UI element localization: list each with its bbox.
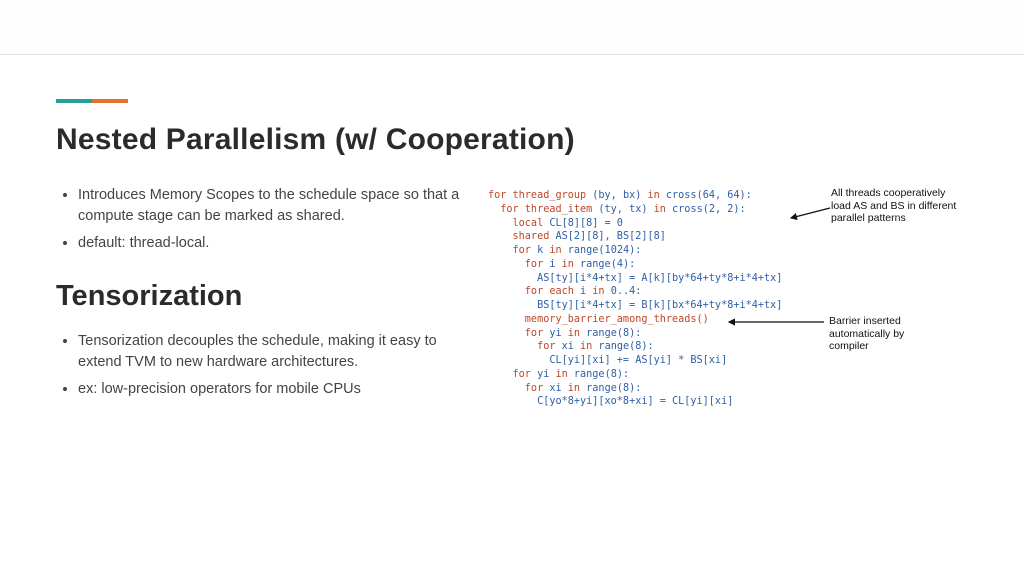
annotation-coop-load: All threads cooperatively load AS and BS…	[831, 187, 961, 225]
app-topbar	[0, 0, 1024, 55]
left-column: Introduces Memory Scopes to the schedule…	[56, 185, 476, 426]
list-item: Tensorization decouples the schedule, ma…	[78, 331, 476, 373]
annotation-barrier: Barrier inserted automatically by compil…	[829, 315, 939, 353]
list-item: default: thread-local.	[78, 233, 476, 254]
accent-rule	[56, 99, 128, 103]
page-title: Nested Parallelism (w/ Cooperation)	[56, 123, 968, 157]
list-item: ex: low-precision operators for mobile C…	[78, 379, 476, 400]
bullet-list-a: Introduces Memory Scopes to the schedule…	[56, 185, 476, 254]
right-column: for thread_group (by, bx) in cross(64, 6…	[488, 185, 968, 426]
content-row: Introduces Memory Scopes to the schedule…	[56, 185, 968, 426]
section-subhead: Tensorization	[56, 280, 476, 313]
slide: Nested Parallelism (w/ Cooperation) Intr…	[0, 55, 1024, 576]
bullet-list-b: Tensorization decouples the schedule, ma…	[56, 331, 476, 400]
list-item: Introduces Memory Scopes to the schedule…	[78, 185, 476, 227]
